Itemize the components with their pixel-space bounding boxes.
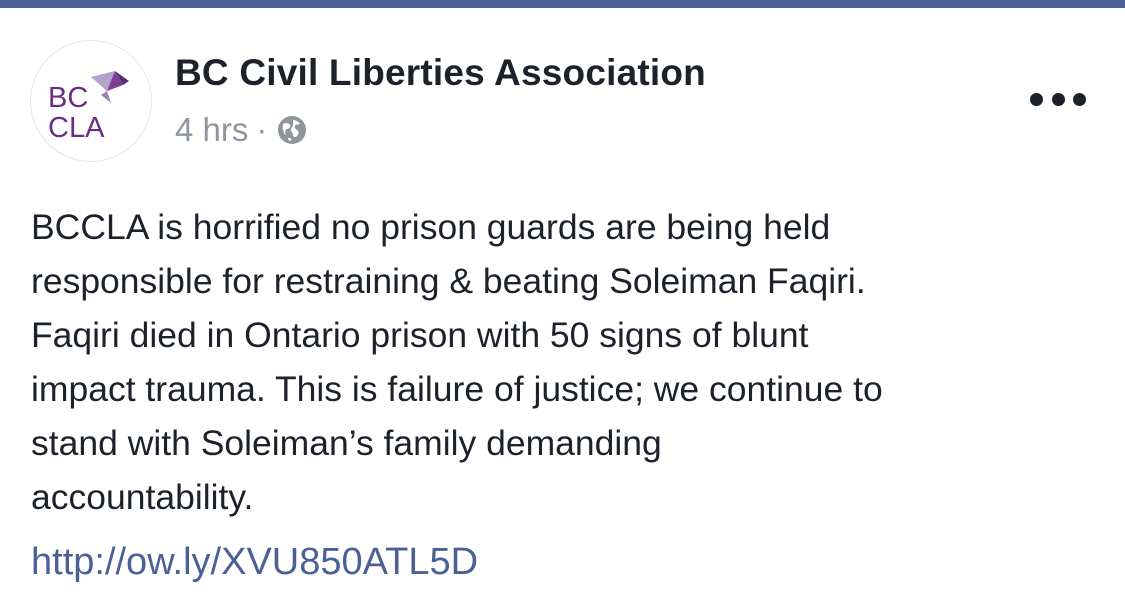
post-text-line: BCCLA is horrified no prison guards are … xyxy=(31,207,831,247)
logo-text-top: BC xyxy=(48,82,88,114)
top-bar xyxy=(0,0,1125,8)
page-name[interactable]: BC Civil Liberties Association xyxy=(175,52,706,94)
post-meta: 4 hrs · xyxy=(175,110,307,150)
post-text-line: Faqiri died in Ontario prison with 50 si… xyxy=(31,315,809,355)
avatar[interactable]: BC CLA xyxy=(30,40,152,162)
timestamp[interactable]: 4 hrs xyxy=(175,111,248,149)
post-text-line: accountability. xyxy=(31,477,254,517)
post-text-line: responsible for restraining & beating So… xyxy=(31,261,866,301)
logo-text-bottom: CLA xyxy=(48,112,105,144)
more-options-button[interactable] xyxy=(1030,88,1086,110)
meta-separator: · xyxy=(256,111,268,148)
ellipsis-icon xyxy=(1073,92,1086,106)
post-link[interactable]: http://ow.ly/XVU850ATL5D xyxy=(31,541,478,584)
ellipsis-icon xyxy=(1051,92,1065,106)
bird-origami-logo-icon: BC CLA xyxy=(48,71,129,144)
post-text: BCCLA is horrified no prison guards are … xyxy=(31,200,1101,524)
post-text-line: impact trauma. This is failure of justic… xyxy=(31,369,883,409)
facebook-post: BC CLA BC Civil Liberties Association 4 … xyxy=(0,8,1125,603)
globe-icon xyxy=(278,116,307,144)
post-text-line: stand with Soleiman’s family demanding xyxy=(31,423,662,463)
ellipsis-icon xyxy=(1030,92,1043,106)
